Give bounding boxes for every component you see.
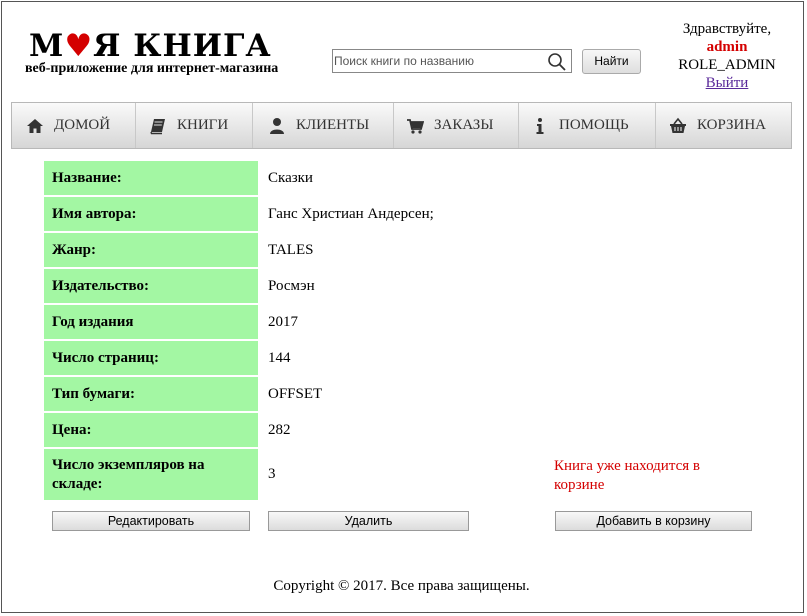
field-value: Ганс Христиан Андерсен; — [268, 205, 434, 222]
edit-button[interactable]: Редактировать — [52, 511, 250, 531]
field-value: 144 — [268, 349, 291, 366]
logout-link[interactable]: Выйти — [665, 74, 789, 92]
search-box — [332, 49, 572, 73]
field-label: Жанр: — [44, 233, 258, 267]
nav-item-home[interactable]: ДОМОЙ — [12, 103, 136, 148]
greeting-text: Здравствуйте, — [682, 21, 772, 37]
info-icon — [536, 117, 544, 134]
field-value: 3 — [268, 466, 276, 482]
nav-item-orders[interactable]: ЗАКАЗЫ — [394, 103, 519, 148]
search-icon[interactable] — [547, 52, 567, 72]
user-role: ROLE_ADMIN — [678, 57, 776, 73]
field-label: Тип бумаги: — [44, 377, 258, 411]
footer-copyright: Copyright © 2017. Все права защищены. — [273, 578, 530, 594]
field-label: Название: — [44, 161, 258, 195]
heart-icon: ♥ — [64, 28, 94, 64]
delete-button[interactable]: Удалить — [268, 511, 469, 531]
find-button[interactable]: Найти — [582, 49, 641, 74]
user-icon — [270, 117, 284, 134]
field-value: 2017 — [268, 313, 298, 330]
search-input[interactable] — [333, 50, 544, 72]
field-value: OFFSET — [268, 385, 323, 402]
nav-label: ДОМОЙ — [54, 117, 111, 133]
nav-label: КОРЗИНА — [697, 117, 767, 133]
user-panel: Здравствуйте, admin ROLE_ADMIN Выйти — [665, 20, 789, 92]
nav-label: КНИГИ — [177, 117, 229, 133]
field-label: Число страниц: — [44, 341, 258, 375]
field-value: TALES — [268, 241, 314, 258]
logo-title: М♥Я КНИГА — [29, 28, 272, 64]
field-label: Цена: — [44, 413, 258, 447]
field-value: 282 — [268, 421, 291, 438]
home-icon — [27, 118, 43, 133]
nav-label: ПОМОЩЬ — [559, 117, 629, 133]
field-label: Издательство: — [44, 269, 258, 303]
basket-icon — [670, 117, 686, 133]
nav-label: КЛИЕНТЫ — [296, 117, 370, 133]
nav-item-books[interactable]: КНИГИ — [136, 103, 253, 148]
in-cart-message: Книга уже находится в корзине — [554, 458, 700, 493]
field-value: Росмэн — [268, 277, 315, 294]
nav-item-help[interactable]: ПОМОЩЬ — [519, 103, 656, 148]
field-label: Имя автора: — [44, 197, 258, 231]
nav-item-clients[interactable]: КЛИЕНТЫ — [253, 103, 394, 148]
site-logo[interactable]: М♥Я КНИГА веб-приложение для интернет-ма… — [25, 28, 315, 80]
book-icon — [150, 118, 165, 134]
cart-icon — [407, 118, 424, 134]
nav-label: ЗАКАЗЫ — [434, 117, 494, 133]
main-nav: ДОМОЙ КНИГИ КЛИЕНТЫ ЗАКАЗЫ ПОМОЩЬ КОРЗИН… — [11, 102, 792, 149]
field-label: Число экземпляров на складе: — [44, 449, 258, 500]
nav-item-basket[interactable]: КОРЗИНА — [656, 103, 791, 148]
field-label: Год издания — [44, 305, 258, 339]
field-value: Сказки — [268, 169, 313, 186]
username: admin — [706, 39, 748, 55]
add-to-cart-button[interactable]: Добавить в корзину — [555, 511, 752, 531]
logo-subtitle: веб-приложение для интернет-магазина — [25, 61, 279, 76]
